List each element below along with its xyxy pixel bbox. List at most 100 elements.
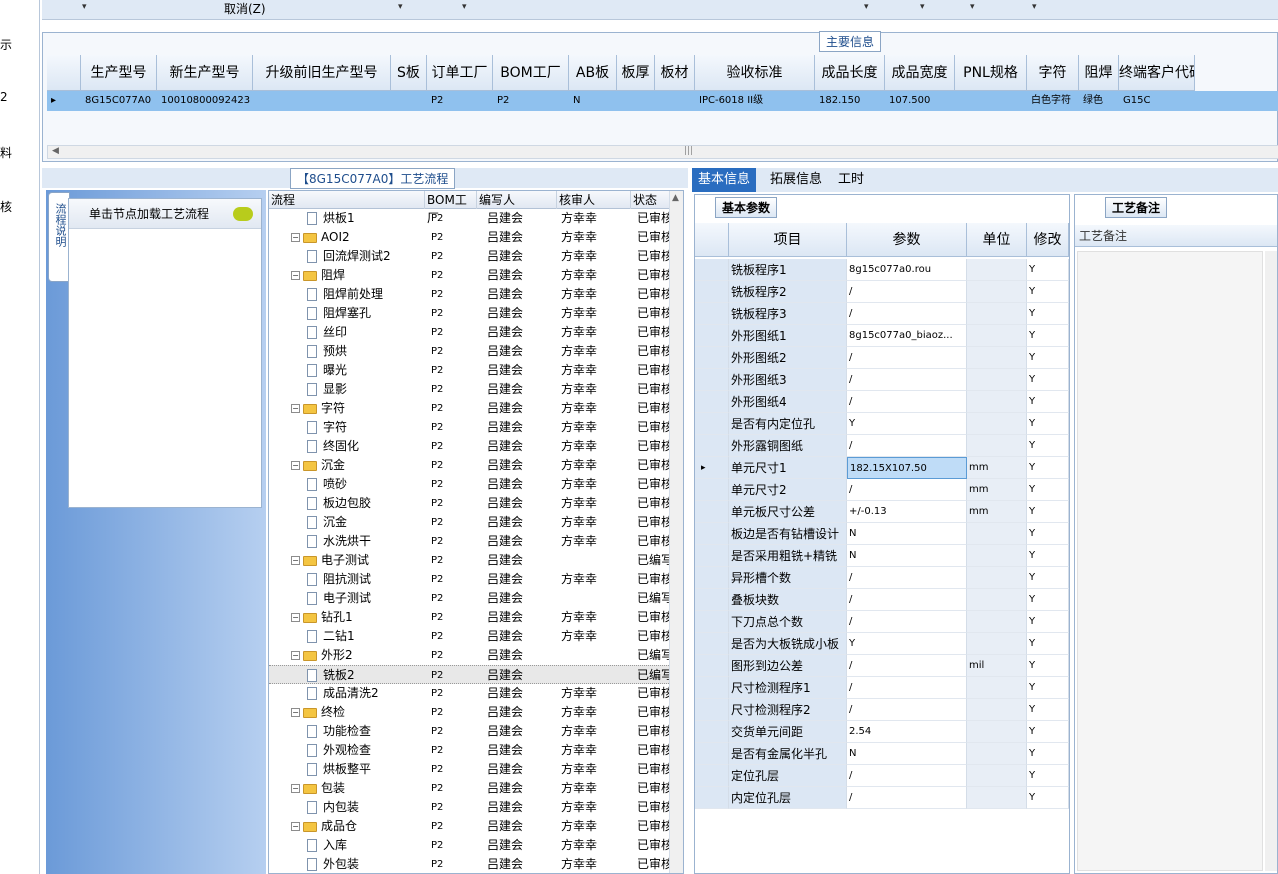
collapse-icon[interactable]: − [291,613,300,622]
params-row[interactable]: 外形图纸2/ Y [695,347,1069,369]
tree-column-header[interactable]: 流程 [269,191,425,209]
tree-node[interactable]: − 字符 [291,399,441,418]
grid-column-header[interactable]: 生产型号 [81,55,157,91]
grid-column-header[interactable]: 终端客户代码 [1119,55,1195,91]
tree-column-header[interactable]: 核审人 [557,191,631,209]
collapse-icon[interactable]: − [291,461,300,470]
collapse-icon[interactable]: − [291,784,300,793]
params-row[interactable]: 内定位孔层 / Y [695,787,1069,809]
params-column-header[interactable]: 参数 [847,223,967,257]
params-row[interactable]: ▸ 单元尺寸1 182.15X107.50 mm Y [695,457,1069,479]
params-row[interactable]: 交货单元间距 2.54 Y [695,721,1069,743]
tree-row[interactable]: 字符P2吕建会方幸幸已审核 [269,418,669,437]
tree-row[interactable]: 外观检查P2吕建会方幸幸已审核 [269,741,669,760]
params-row[interactable]: 铣板程序1 8g15c077a0.rou Y [695,259,1069,281]
params-row[interactable]: 尺寸检测程序2/ Y [695,699,1069,721]
grid-column-header[interactable]: 升级前旧生产型号 [253,55,391,91]
tree-row[interactable]: −终检P2吕建会方幸幸已审核 [269,703,669,722]
params-column-header[interactable]: 单位 [967,223,1027,257]
tree-row[interactable]: 外包装P2吕建会方幸幸已审核 [269,855,669,873]
right-tab[interactable]: 拓展信息 [764,168,828,192]
flow-description-vertical-tab[interactable]: 流程说明 [48,192,70,282]
collapse-icon[interactable]: − [291,271,300,280]
tree-node[interactable]: − 包装 [291,779,441,798]
params-row[interactable]: 图形到边公差 / mil Y [695,655,1069,677]
left-strip-item[interactable]: 2 [0,90,8,104]
vertical-scrollbar[interactable]: ▲ [669,191,683,873]
grid-column-header[interactable]: 新生产型号 [157,55,253,91]
tree-row[interactable]: 阻焊塞孔P2吕建会方幸幸已审核 [269,304,669,323]
scroll-left-icon[interactable]: ◀ [52,146,59,156]
tree-node[interactable]: − 阻焊 [291,266,441,285]
params-row[interactable]: 铣板程序3/ Y [695,303,1069,325]
tree-node[interactable]: − 外形2 [291,646,441,665]
grid-column-header[interactable]: 板材 [655,55,695,91]
params-value-cell[interactable]: 8g15c077a0_biaoz... [847,325,967,347]
grid-cell[interactable]: 182.150 [815,91,885,111]
collapse-icon[interactable]: − [291,822,300,831]
grid-cell[interactable]: IPC-6018 II级 [695,91,815,111]
grid-column-header[interactable]: 阻焊 [1079,55,1119,91]
tree-node[interactable]: − AOI2 [291,228,441,247]
grid-cell[interactable] [655,91,695,111]
tree-row[interactable]: −电子测试P2吕建会已编写 [269,551,669,570]
params-row[interactable]: 外形图纸1 8g15c077a0_biaoz... Y [695,325,1069,347]
dropdown-arrow-icon[interactable]: ▾ [1032,2,1037,12]
tree-row[interactable]: 曝光P2吕建会方幸幸已审核 [269,361,669,380]
grid-column-header[interactable]: BOM工厂 [493,55,569,91]
params-row[interactable]: 叠板块数 / Y [695,589,1069,611]
grid-cell[interactable] [955,91,1027,111]
horizontal-scrollbar[interactable]: ◀ ||| [47,145,1278,159]
tree-node[interactable]: − 电子测试 [291,551,441,570]
tree-node[interactable]: − 沉金 [291,456,441,475]
remark-tab[interactable]: 工艺备注 [1105,197,1168,218]
grid-cell[interactable] [617,91,655,111]
params-value-cell[interactable]: 182.15X107.50 [847,457,967,479]
params-value-cell[interactable]: / [847,589,967,611]
params-value-cell[interactable]: N [847,523,967,545]
params-value-cell[interactable]: N [847,545,967,567]
grid-cell[interactable]: N [569,91,617,111]
params-value-cell[interactable]: 8g15c077a0.rou [847,259,967,281]
params-value-cell[interactable]: / [847,347,967,369]
tree-row[interactable]: 喷砂P2吕建会方幸幸已审核 [269,475,669,494]
tree-row[interactable]: −外形2P2吕建会已编写 [269,646,669,665]
params-value-cell[interactable]: N [847,743,967,765]
grid-column-header[interactable]: 字符 [1027,55,1079,91]
grid-cell[interactable] [391,91,427,111]
dropdown-arrow-icon[interactable]: ▾ [398,2,403,12]
params-value-cell[interactable]: 2.54 [847,721,967,743]
tree-row[interactable]: −沉金P2吕建会方幸幸已审核 [269,456,669,475]
tree-row[interactable]: 水洗烘干P2吕建会方幸幸已审核 [269,532,669,551]
grid-column-header[interactable]: AB板 [569,55,617,91]
tree-row[interactable]: 成品清洗2P2吕建会方幸幸已审核 [269,684,669,703]
tree-row[interactable]: 功能检查P2吕建会方幸幸已审核 [269,722,669,741]
dropdown-arrow-icon[interactable]: ▾ [920,2,925,12]
tree-row[interactable]: −阻焊P2吕建会方幸幸已审核 [269,266,669,285]
right-tab[interactable]: 基本信息 [692,168,757,192]
tree-row[interactable]: 二钻1P2吕建会方幸幸已审核 [269,627,669,646]
params-row[interactable]: 是否有内定位孔 Y Y [695,413,1069,435]
scroll-up-icon[interactable]: ▲ [672,193,679,203]
params-row[interactable]: 下刀点总个数 / Y [695,611,1069,633]
params-row[interactable]: 外形图纸3/ Y [695,369,1069,391]
grid-cell[interactable]: 107.500 [885,91,955,111]
params-row[interactable]: 外形图纸4/ Y [695,391,1069,413]
right-tab[interactable]: 工时 [832,168,870,192]
dropdown-arrow-icon[interactable]: ▾ [864,2,869,12]
tree-row[interactable]: 烘板1P2吕建会方幸幸已审核 [269,209,669,228]
tree-row[interactable]: −钻孔1P2吕建会方幸幸已审核 [269,608,669,627]
params-row[interactable]: 是否采用粗铣+精铣 N Y [695,545,1069,567]
tree-column-header[interactable]: BOM工厂 [425,191,477,225]
params-value-cell[interactable]: / [847,303,967,325]
params-row[interactable]: 是否为大板铣成小板 Y Y [695,633,1069,655]
collapse-icon[interactable]: − [291,651,300,660]
params-value-cell[interactable]: / [847,655,967,677]
params-value-cell[interactable]: Y [847,633,967,655]
scroll-grip-icon[interactable]: ||| [684,146,693,156]
params-value-cell[interactable]: Y [847,413,967,435]
left-strip-item[interactable]: 示 [0,36,12,53]
flow-title-tab[interactable]: 【8G15C077A0】工艺流程 [290,168,456,189]
params-value-cell[interactable]: +/-0.13 [847,501,967,523]
tree-row[interactable]: 显影P2吕建会方幸幸已审核 [269,380,669,399]
